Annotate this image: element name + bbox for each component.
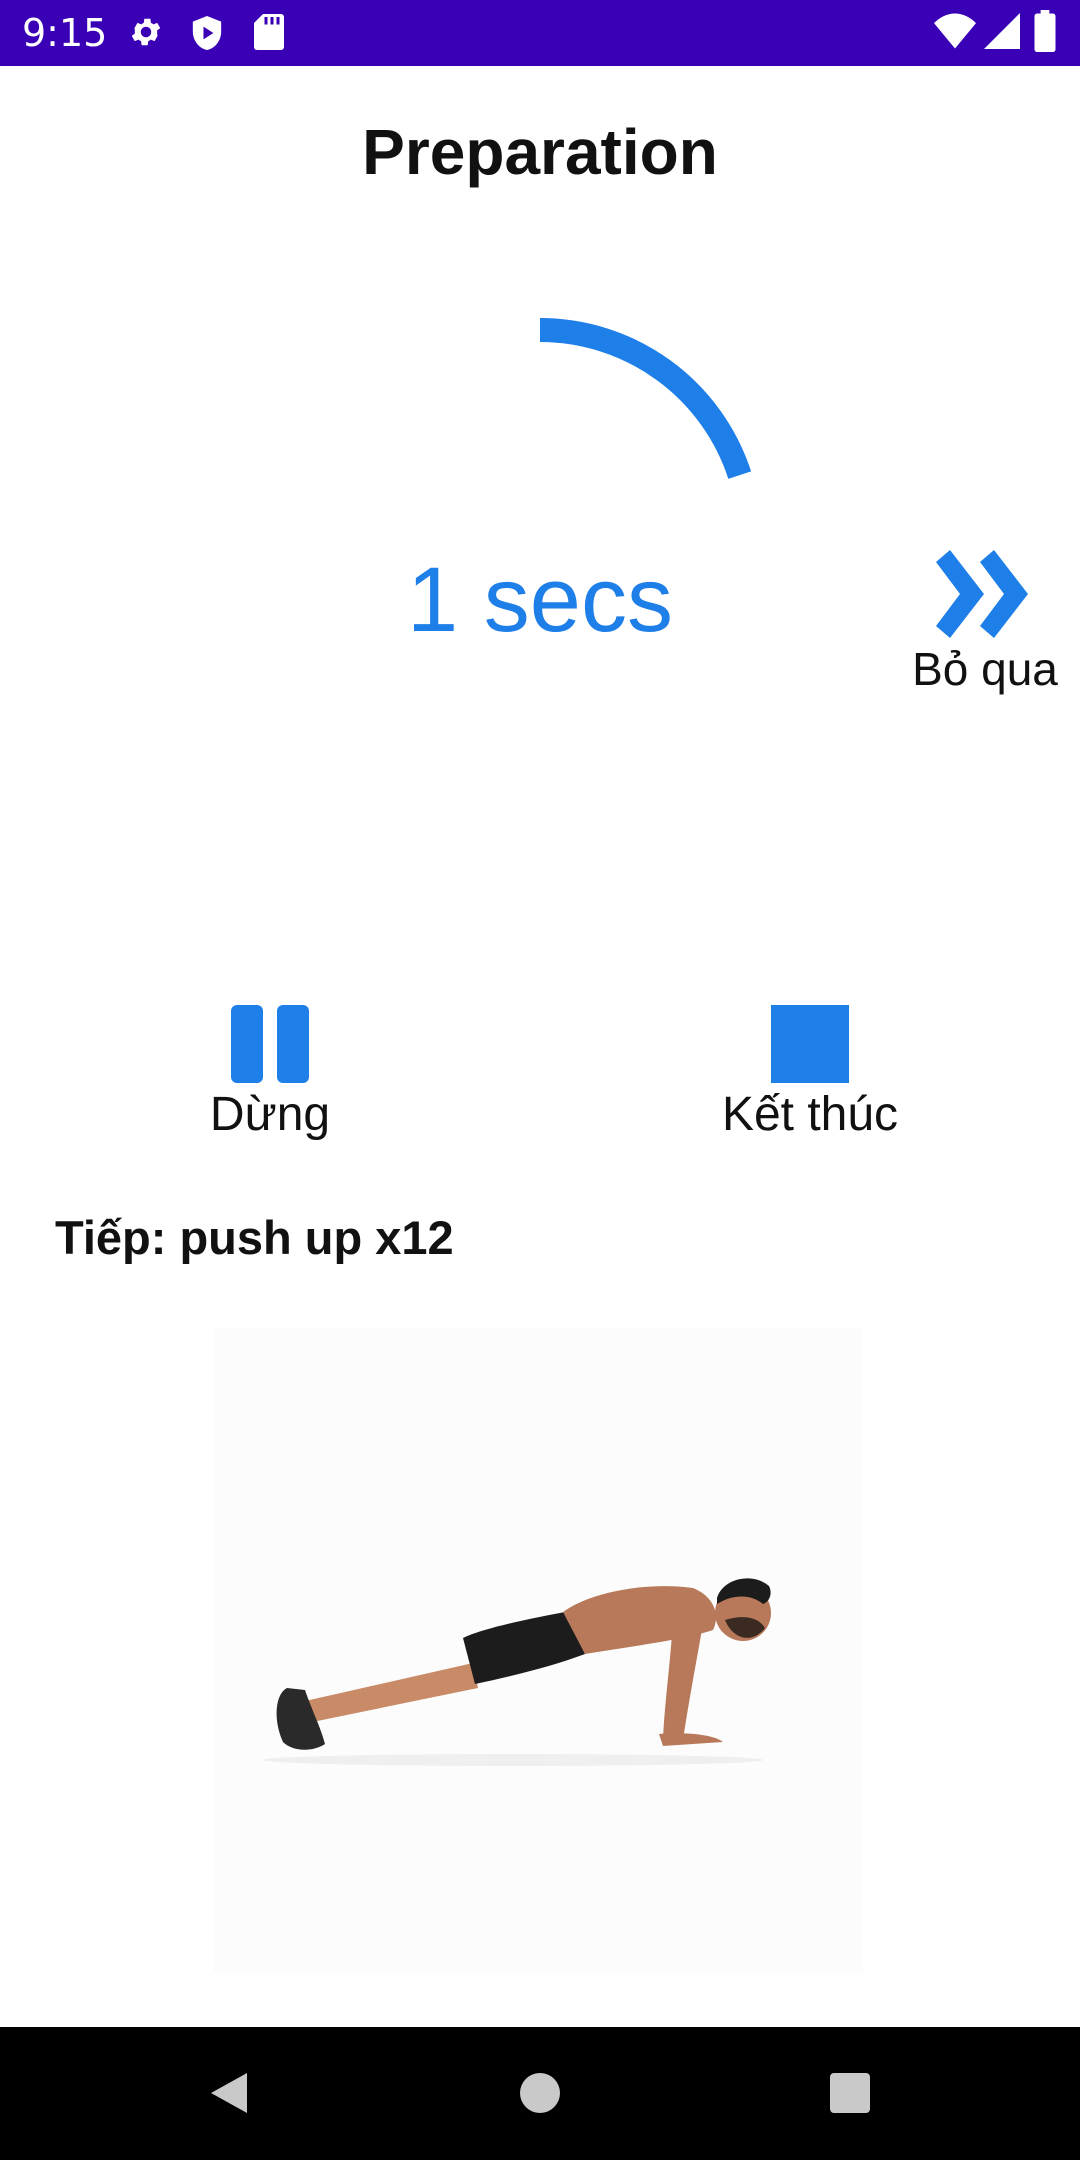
home-icon (520, 2073, 560, 2113)
pause-label: Dừng (209, 1088, 331, 1141)
status-bar: 9:15 (0, 0, 1080, 66)
pause-button[interactable]: Dừng (170, 995, 370, 1145)
signal-icon (984, 12, 1020, 55)
next-exercise-label: Tiếp: push up x12 (55, 1211, 454, 1264)
wifi-icon (934, 12, 976, 55)
shield-icon (190, 14, 224, 57)
countdown-progress-ring (539, 318, 752, 479)
nav-back-button[interactable] (165, 2027, 285, 2160)
skip-label: Bỏ qua (912, 643, 1058, 695)
progress-arc (539, 318, 752, 479)
exercise-image (213, 1328, 863, 1973)
recents-icon (830, 2073, 870, 2113)
stop-button[interactable]: Kết thúc (690, 995, 930, 1145)
pause-icon (231, 1005, 309, 1088)
back-icon (211, 2073, 247, 2113)
countdown-timer: 1 secs (407, 549, 673, 651)
stop-label: Kết thúc (721, 1088, 899, 1141)
sd-card-icon (254, 14, 284, 55)
stop-icon (771, 1005, 849, 1088)
nav-recents-button[interactable] (790, 2027, 910, 2160)
nav-home-button[interactable] (480, 2027, 600, 2160)
push-up-figure (263, 1578, 771, 1766)
settings-icon (128, 14, 164, 55)
navigation-bar (0, 2027, 1080, 2160)
skip-button[interactable]: Bỏ qua (900, 540, 1070, 710)
double-chevron-right-icon (936, 550, 1032, 643)
battery-icon (1034, 10, 1056, 57)
status-time: 9:15 (22, 11, 108, 55)
page-title: Preparation (362, 116, 718, 188)
